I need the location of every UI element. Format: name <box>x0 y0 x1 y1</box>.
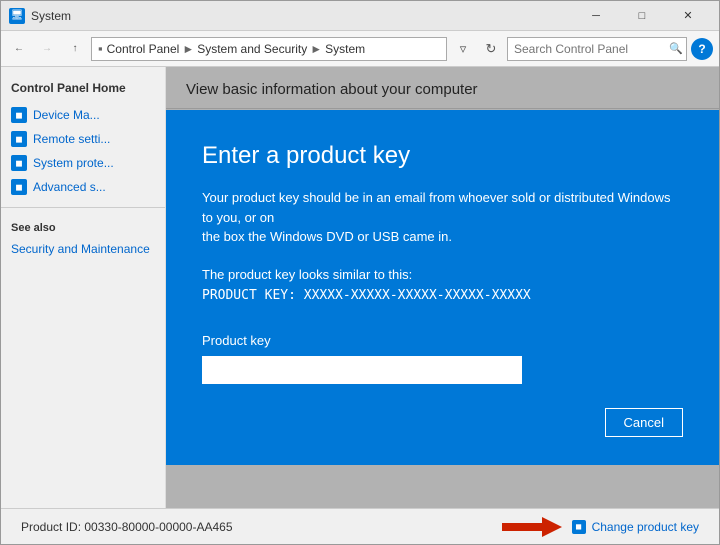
window-title: System <box>31 9 573 23</box>
path-sep-2: ► <box>310 42 322 56</box>
bottom-bar: Product ID: 00330-80000-00000-AA465 ◼ Ch… <box>1 508 719 544</box>
refresh-icon[interactable]: ↻ <box>479 37 503 61</box>
sidebar: Control Panel Home ◼ Device Ma... ◼ Remo… <box>1 67 166 508</box>
sidebar-item-protection[interactable]: ◼ System prote... <box>1 151 165 175</box>
shield-icon: ◼ <box>572 520 586 534</box>
change-product-key-link[interactable]: ◼ Change product key <box>572 520 699 534</box>
refresh-button[interactable]: ▿ <box>451 37 475 61</box>
dialog-footer: Cancel <box>202 408 683 437</box>
red-arrow-icon <box>502 515 562 539</box>
sidebar-item-remote[interactable]: ◼ Remote setti... <box>1 127 165 151</box>
help-button[interactable]: ? <box>691 38 713 60</box>
up-button[interactable]: ↑ <box>63 37 87 61</box>
address-path: ▪ Control Panel ► System and Security ► … <box>91 37 447 61</box>
cancel-button[interactable]: Cancel <box>605 408 683 437</box>
search-input[interactable] <box>514 42 669 56</box>
back-button[interactable]: ← <box>7 37 31 61</box>
dialog-example-label: The product key looks similar to this: <box>202 267 683 282</box>
search-box: 🔍 <box>507 37 687 61</box>
window-icon: 🖥 <box>9 8 25 24</box>
dialog-field-label: Product key <box>202 333 683 348</box>
dialog-example-key: PRODUCT KEY: XXXXX-XXXXX-XXXXX-XXXXX-XXX… <box>202 288 683 303</box>
main-window: 🖥 System ─ □ ✕ ← → ↑ ▪ Control Panel ► S… <box>0 0 720 545</box>
title-bar-controls: ─ □ ✕ <box>573 1 711 31</box>
dialog-overlay: Enter a product key Your product key sho… <box>166 67 719 508</box>
path-system-security[interactable]: System and Security <box>197 42 307 56</box>
sidebar-title: Control Panel Home <box>1 77 165 103</box>
maximize-button[interactable]: □ <box>619 1 665 31</box>
product-id-value: 00330-80000-00000-AA465 <box>84 520 232 534</box>
sidebar-item-advanced[interactable]: ◼ Advanced s... <box>1 175 165 199</box>
product-key-dialog: Enter a product key Your product key sho… <box>166 110 719 465</box>
address-bar: ← → ↑ ▪ Control Panel ► System and Secur… <box>1 31 719 67</box>
sidebar-item-device-manager[interactable]: ◼ Device Ma... <box>1 103 165 127</box>
main-panel: View basic information about your comput… <box>166 67 719 508</box>
path-control-panel[interactable]: Control Panel <box>107 42 180 56</box>
product-key-input[interactable] <box>202 356 522 384</box>
see-also-title: See also <box>1 207 165 238</box>
product-id-text: Product ID: 00330-80000-00000-AA465 <box>21 520 492 534</box>
advanced-icon: ◼ <box>11 179 27 195</box>
close-button[interactable]: ✕ <box>665 1 711 31</box>
title-bar: 🖥 System ─ □ ✕ <box>1 1 719 31</box>
sidebar-item-security-maintenance[interactable]: Security and Maintenance <box>1 238 165 260</box>
forward-button[interactable]: → <box>35 37 59 61</box>
path-sep-1: ► <box>182 42 194 56</box>
minimize-button[interactable]: ─ <box>573 1 619 31</box>
path-system[interactable]: System <box>325 42 365 56</box>
protection-icon: ◼ <box>11 155 27 171</box>
content-area: Control Panel Home ◼ Device Ma... ◼ Remo… <box>1 67 719 508</box>
device-manager-icon: ◼ <box>11 107 27 123</box>
dialog-title: Enter a product key <box>202 142 683 170</box>
remote-icon: ◼ <box>11 131 27 147</box>
search-icon: 🔍 <box>669 42 683 55</box>
dialog-body: Your product key should be in an email f… <box>202 188 683 247</box>
